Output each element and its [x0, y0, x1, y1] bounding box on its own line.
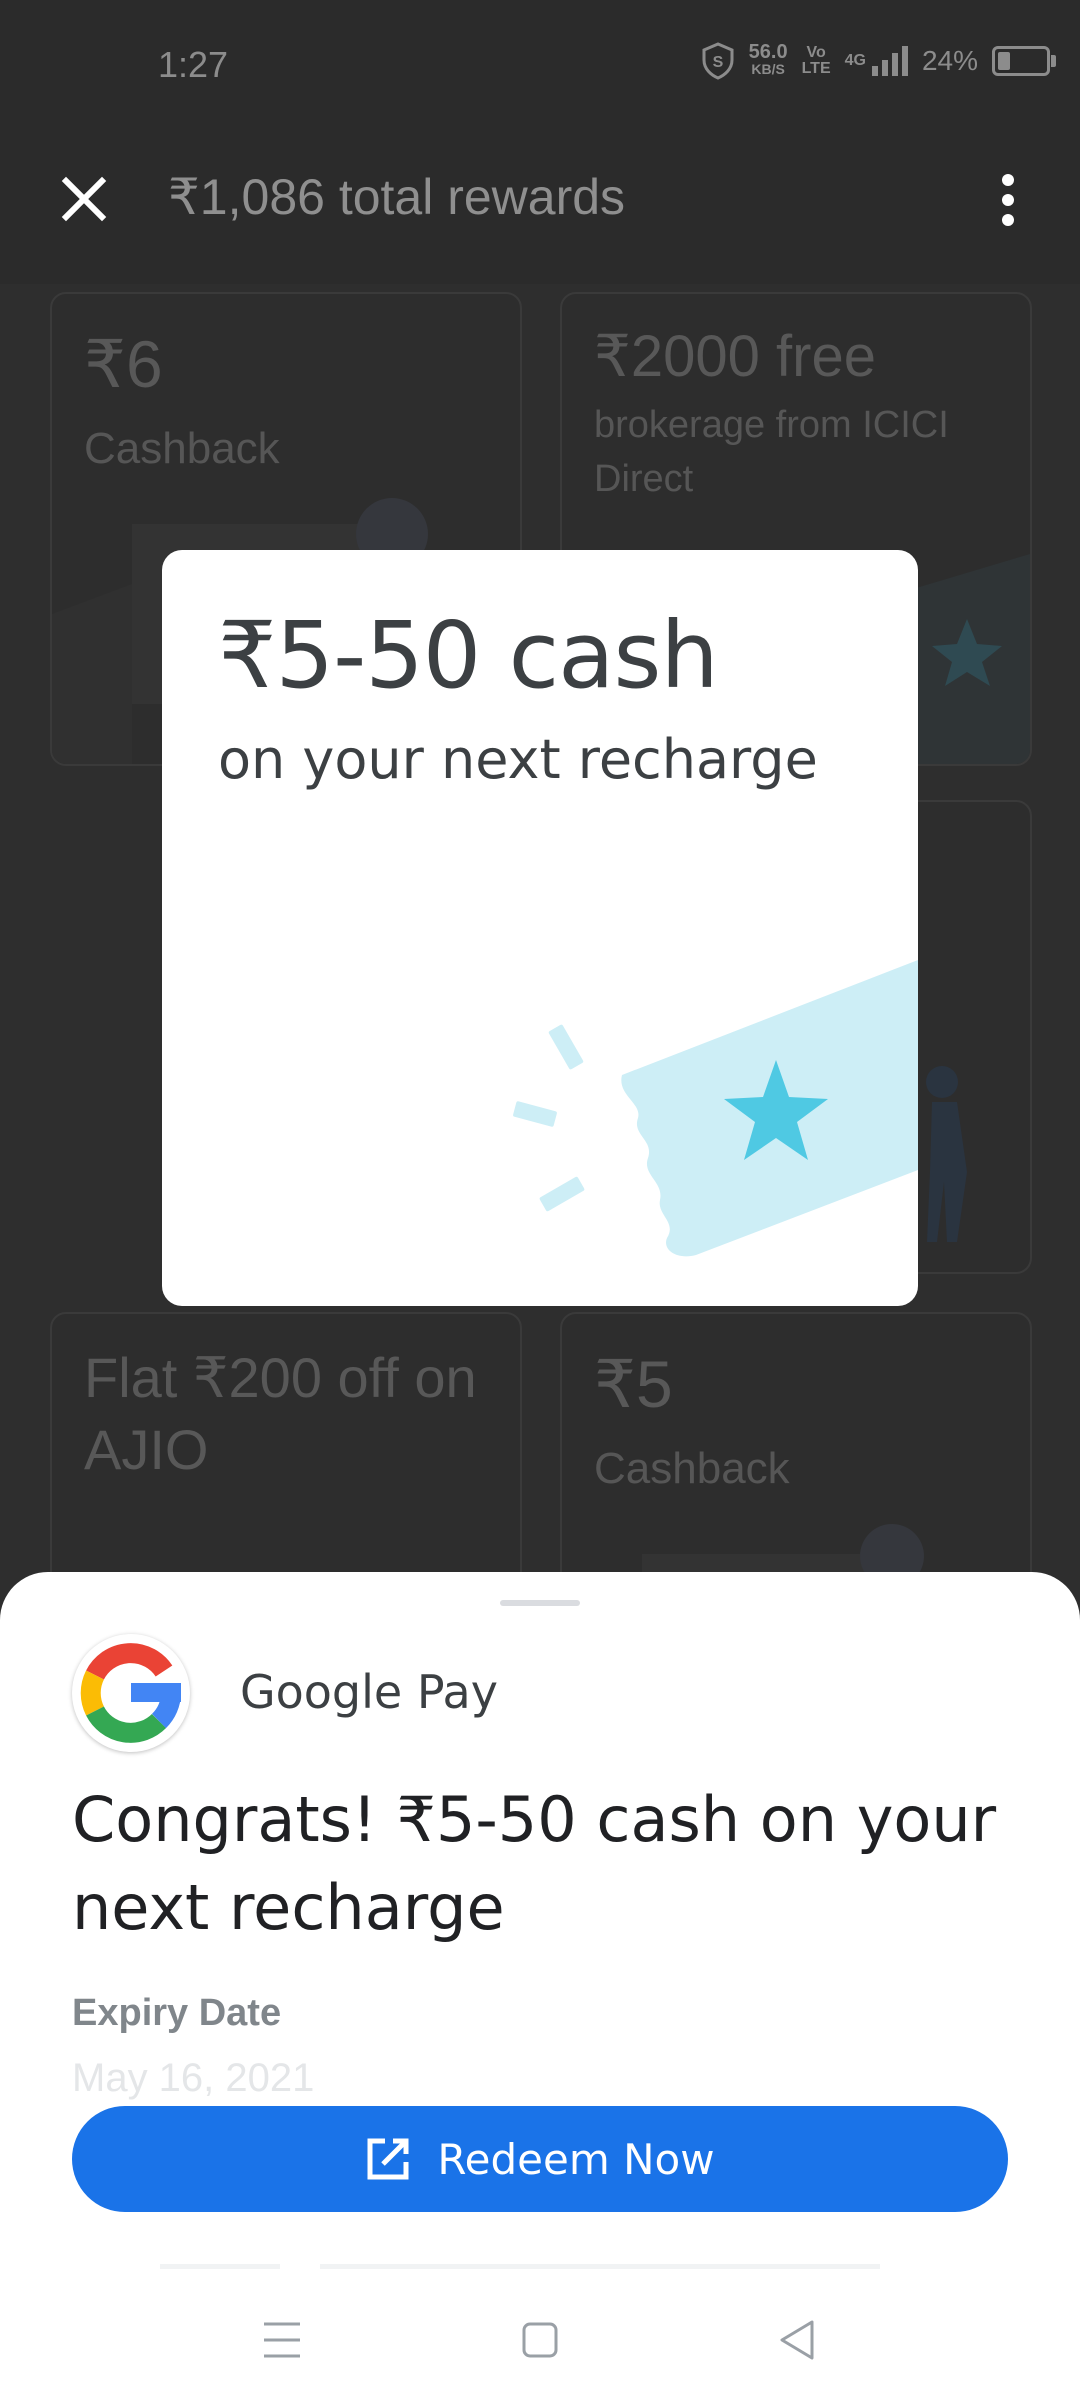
volte-bottom: LTE — [801, 60, 831, 77]
redeem-now-label: Redeem Now — [437, 2134, 715, 2184]
redeem-now-button[interactable]: Redeem Now — [72, 2106, 1008, 2212]
speed-value: 56.0 — [748, 41, 788, 63]
network-speed: 56.0 KB/S — [748, 41, 788, 78]
network-type: 4G — [844, 52, 866, 69]
shield-icon: S — [702, 42, 734, 80]
page-title: ₹1,086 total rewards — [168, 169, 626, 225]
signal-icon — [871, 46, 908, 76]
more-vert-icon[interactable] — [984, 168, 1032, 232]
reward-card-ajio[interactable]: Flat ₹200 off on AJIO — [50, 1312, 522, 1616]
open-external-icon — [367, 2138, 409, 2180]
speed-unit: KB/S — [751, 61, 785, 77]
ticket-illustration — [513, 960, 918, 1257]
sheet-drag-handle[interactable] — [500, 1600, 580, 1606]
card-subtitle: Cashback — [84, 424, 280, 473]
battery-percent: 24% — [921, 45, 978, 76]
card-subtitle: brokerage from ICICI Direct — [594, 404, 949, 500]
reward-modal: ₹5-50 cash on your next recharge — [162, 550, 918, 1306]
google-pay-logo-icon — [72, 1634, 190, 1752]
home-square-icon[interactable] — [510, 2310, 570, 2370]
volte-top: Vo — [806, 44, 826, 61]
card-title: ₹2000 free — [594, 324, 876, 389]
expiry-value: May 16, 2021 — [72, 2056, 315, 2100]
card-title: ₹6 — [84, 327, 163, 401]
card-title: Flat ₹200 off on AJIO — [84, 1346, 477, 1481]
brand-name: Google Pay — [240, 1665, 498, 1719]
close-icon[interactable] — [52, 167, 116, 231]
card-title: ₹5 — [594, 1347, 673, 1421]
expiry-label: Expiry Date — [72, 1992, 282, 2034]
recents-menu-icon[interactable] — [252, 2310, 312, 2370]
congrats-headline: Congrats! ₹5-50 cash on your next rechar… — [72, 1783, 997, 1944]
battery-icon — [992, 46, 1056, 76]
status-icons: S 56.0 KB/S Vo LTE 4G 24% — [701, 41, 1056, 80]
back-triangle-icon[interactable] — [768, 2310, 828, 2370]
svg-text:S: S — [712, 54, 723, 71]
volte-indicator: Vo LTE — [802, 45, 831, 77]
status-time: 1:27 — [158, 44, 229, 85]
reward-card-cashback-5[interactable]: ₹5 Cashback — [560, 1312, 1032, 1616]
card-subtitle: Cashback — [594, 1444, 790, 1493]
